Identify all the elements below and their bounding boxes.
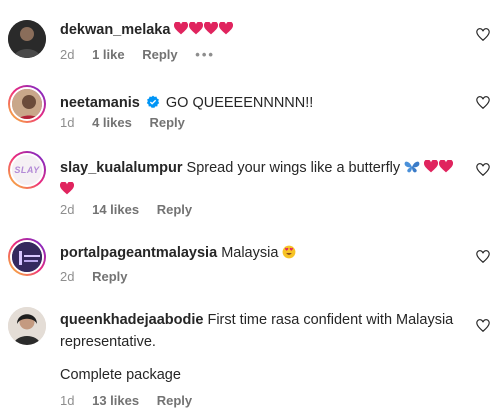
comment-text: Complete package [60,367,181,383]
comment-body: portalpageantmalaysia Malaysia [60,242,464,264]
heart-outline-icon[interactable] [476,28,490,42]
comment-username[interactable]: portalpageantmalaysia [60,245,217,261]
comment-text-continued: Complete package [60,364,464,386]
red-heart-icon [204,22,219,35]
comment-time: 1d [60,393,75,408]
comment-item: queenkhadejaabodie First time rasa confi… [0,295,500,420]
red-heart-icon [219,22,234,35]
comment-meta: 2d Reply [60,268,142,286]
avatar[interactable] [8,20,46,58]
comment-item: neetamanis GO QUEEEENNNNN!! 1d 4 likes R… [0,80,500,145]
comment-meta: 1d 4 likes Reply [60,114,199,132]
heart-outline-icon[interactable] [476,96,490,110]
comment-username[interactable]: dekwan_melaka [60,22,170,38]
avatar[interactable]: SLAY [8,151,46,189]
heart-outline-icon[interactable] [476,163,490,177]
reply-button[interactable]: Reply [157,202,192,217]
more-options-button[interactable]: ••• [195,47,215,62]
comment-body: queenkhadejaabodie First time rasa confi… [60,309,464,353]
comment-text: GO QUEEEENNNNN!! [165,95,314,111]
comment-username[interactable]: neetamanis [60,95,140,111]
verified-badge-icon [146,95,160,109]
comment-meta: 1d 13 likes Reply [60,392,206,410]
reply-button[interactable]: Reply [149,115,184,130]
comment-time: 2d [60,269,75,284]
comment-text: Malaysia [221,245,279,261]
comment-time: 2d [60,202,75,217]
avatar[interactable] [8,85,46,123]
comment-text: Spread your wings like a butterfly [186,160,401,176]
red-heart-icon [60,182,74,195]
comment-item: SLAY slay_kualalumpur Spread your wings … [0,145,500,230]
avatar[interactable] [8,238,46,276]
red-heart-icon [189,22,204,35]
comment-username[interactable]: queenkhadejaabodie [60,312,203,328]
reply-button[interactable]: Reply [142,47,177,62]
comment-body: slay_kualalumpur Spread your wings like … [60,157,464,201]
comment-item: portalpageantmalaysia Malaysia 2d Reply [0,230,500,295]
like-count[interactable]: 4 likes [92,115,132,130]
like-count[interactable]: 13 likes [92,393,139,408]
comment-meta: 2d 1 like Reply ••• [60,46,229,64]
heart-outline-icon[interactable] [476,250,490,264]
butterfly-icon [404,161,420,173]
comment-time: 1d [60,115,75,130]
reply-button[interactable]: Reply [92,269,127,284]
red-heart-icon [424,160,439,173]
comment-time: 2d [60,47,75,62]
red-heart-icon [439,160,454,173]
comment-item: dekwan_melaka 2d 1 like Reply ••• [0,0,500,80]
avatar-logo-text: SLAY [14,165,40,175]
comment-body: neetamanis GO QUEEEENNNNN!! [60,92,464,114]
comment-username[interactable]: slay_kualalumpur [60,160,183,176]
heart-eyes-face-icon [283,245,296,259]
comment-body: dekwan_melaka [60,19,464,41]
comment-meta: 2d 14 likes Reply [60,201,206,219]
like-count[interactable]: 14 likes [92,202,139,217]
avatar[interactable] [8,307,46,345]
heart-outline-icon[interactable] [476,319,490,333]
red-heart-icon [174,22,189,35]
reply-button[interactable]: Reply [157,393,192,408]
heart-emojis [174,22,234,38]
like-count[interactable]: 1 like [92,47,125,62]
